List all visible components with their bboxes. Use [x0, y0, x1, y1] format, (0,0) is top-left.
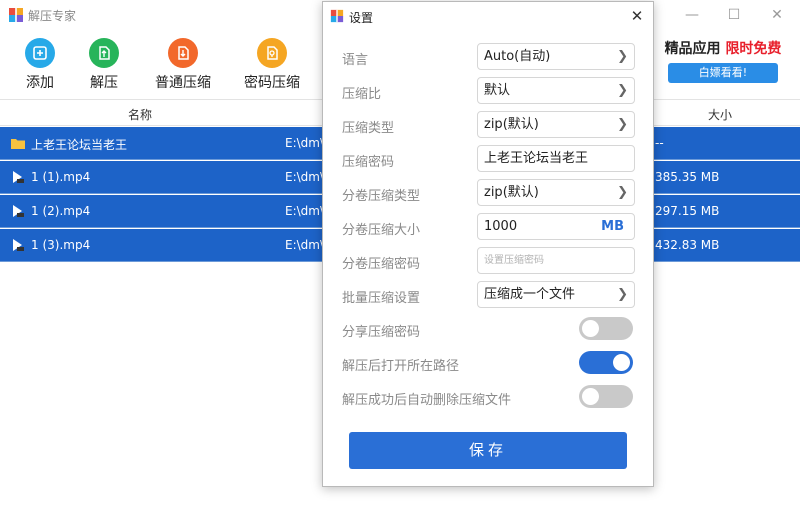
password-compress-button[interactable]: 密码压缩	[242, 38, 302, 92]
file-size: 432.83 MB	[655, 238, 720, 252]
toggle-knob	[582, 388, 599, 405]
folder-icon	[11, 139, 25, 149]
toggle-knob	[613, 354, 630, 371]
split-type-select[interactable]: zip(默认) ❯	[477, 179, 635, 206]
extract-button[interactable]: 解压	[86, 38, 122, 92]
auto-delete-toggle[interactable]	[579, 385, 633, 408]
file-size: --	[655, 136, 664, 150]
minimize-button[interactable]: —	[680, 4, 704, 26]
file-name: 1 (3).mp4	[31, 238, 91, 252]
file-path: E:\dm\	[285, 136, 325, 150]
batch-value: 压缩成一个文件	[484, 287, 576, 302]
app-title: 解压专家	[28, 9, 77, 23]
ratio-label: 压缩比	[342, 87, 382, 102]
extract-icon	[89, 38, 119, 68]
split-size-input[interactable]: 1000 MB	[477, 213, 635, 240]
ad-button[interactable]: 白嫖看看!	[668, 63, 778, 83]
password-label: 压缩密码	[342, 155, 395, 170]
split-password-label: 分卷压缩密码	[342, 257, 421, 272]
file-path: E:\dm\	[285, 238, 325, 252]
toggle-knob	[582, 320, 599, 337]
open-path-toggle[interactable]	[579, 351, 633, 374]
zip-icon	[168, 38, 198, 68]
save-button[interactable]: 保存	[349, 432, 627, 469]
split-type-value: zip(默认)	[484, 185, 539, 200]
file-size: 385.35 MB	[655, 170, 720, 184]
column-size[interactable]: 大小	[708, 106, 732, 123]
language-label: 语言	[342, 53, 369, 68]
split-type-label: 分卷压缩类型	[342, 189, 421, 204]
split-size-label: 分卷压缩大小	[342, 223, 421, 238]
chevron-right-icon: ❯	[617, 185, 628, 200]
chevron-right-icon: ❯	[617, 83, 628, 98]
add-label: 添加	[26, 75, 54, 91]
file-name: 1 (2).mp4	[31, 204, 91, 218]
dialog-close-button[interactable]: ✕	[627, 6, 647, 26]
open-path-label: 解压后打开所在路径	[342, 359, 460, 374]
ad-text-red: 限时免费	[725, 41, 782, 57]
file-name: 1 (1).mp4	[31, 170, 91, 184]
maximize-button[interactable]: ☐	[722, 4, 746, 26]
chevron-right-icon: ❯	[617, 287, 628, 302]
type-value: zip(默认)	[484, 117, 539, 132]
settings-dialog: 设置 ✕ 语言 Auto(自动) ❯ 压缩比 默认 ❯ 压缩类型 zip(默认)…	[322, 1, 654, 487]
type-label: 压缩类型	[342, 121, 395, 136]
close-button[interactable]: ✕	[765, 4, 789, 26]
file-size: 297.15 MB	[655, 204, 720, 218]
normal-compress-label: 普通压缩	[155, 75, 211, 91]
password-input[interactable]: 上老王论坛当老王	[477, 145, 635, 172]
password-compress-label: 密码压缩	[244, 75, 300, 91]
chevron-right-icon: ❯	[617, 49, 628, 64]
ad-text-black: 精品应用	[664, 41, 721, 57]
batch-select[interactable]: 压缩成一个文件 ❯	[477, 281, 635, 308]
split-size-unit[interactable]: MB	[601, 214, 624, 239]
dialog-title: 设置	[349, 11, 374, 25]
batch-label: 批量压缩设置	[342, 291, 421, 306]
type-select[interactable]: zip(默认) ❯	[477, 111, 635, 138]
extract-label: 解压	[90, 75, 118, 91]
lock-zip-icon	[257, 38, 287, 68]
ad-banner[interactable]: 精品应用 限时免费 白嫖看看!	[656, 38, 790, 88]
ratio-select[interactable]: 默认 ❯	[477, 77, 635, 104]
ratio-value: 默认	[484, 83, 511, 98]
app-logo-icon	[330, 9, 344, 23]
language-value: Auto(自动)	[484, 49, 551, 64]
add-button[interactable]: 添加	[22, 38, 58, 92]
video-file-icon	[13, 171, 24, 183]
plus-icon	[25, 38, 55, 68]
column-name[interactable]: 名称	[128, 106, 152, 123]
auto-delete-label: 解压成功后自动删除压缩文件	[342, 393, 512, 408]
file-path: E:\dm\	[285, 204, 325, 218]
file-path: E:\dm\	[285, 170, 325, 184]
chevron-right-icon: ❯	[617, 117, 628, 132]
file-name: 上老王论坛当老王	[31, 138, 128, 152]
video-file-icon	[13, 239, 24, 251]
split-password-input[interactable]: 设置压缩密码	[477, 247, 635, 274]
language-select[interactable]: Auto(自动) ❯	[477, 43, 635, 70]
ad-text: 精品应用 限时免费	[656, 38, 790, 58]
share-password-toggle[interactable]	[579, 317, 633, 340]
split-size-value: 1000	[484, 219, 518, 234]
normal-compress-button[interactable]: 普通压缩	[153, 38, 213, 92]
share-password-label: 分享压缩密码	[342, 325, 421, 340]
video-file-icon	[13, 205, 24, 217]
app-logo-icon	[9, 8, 23, 22]
